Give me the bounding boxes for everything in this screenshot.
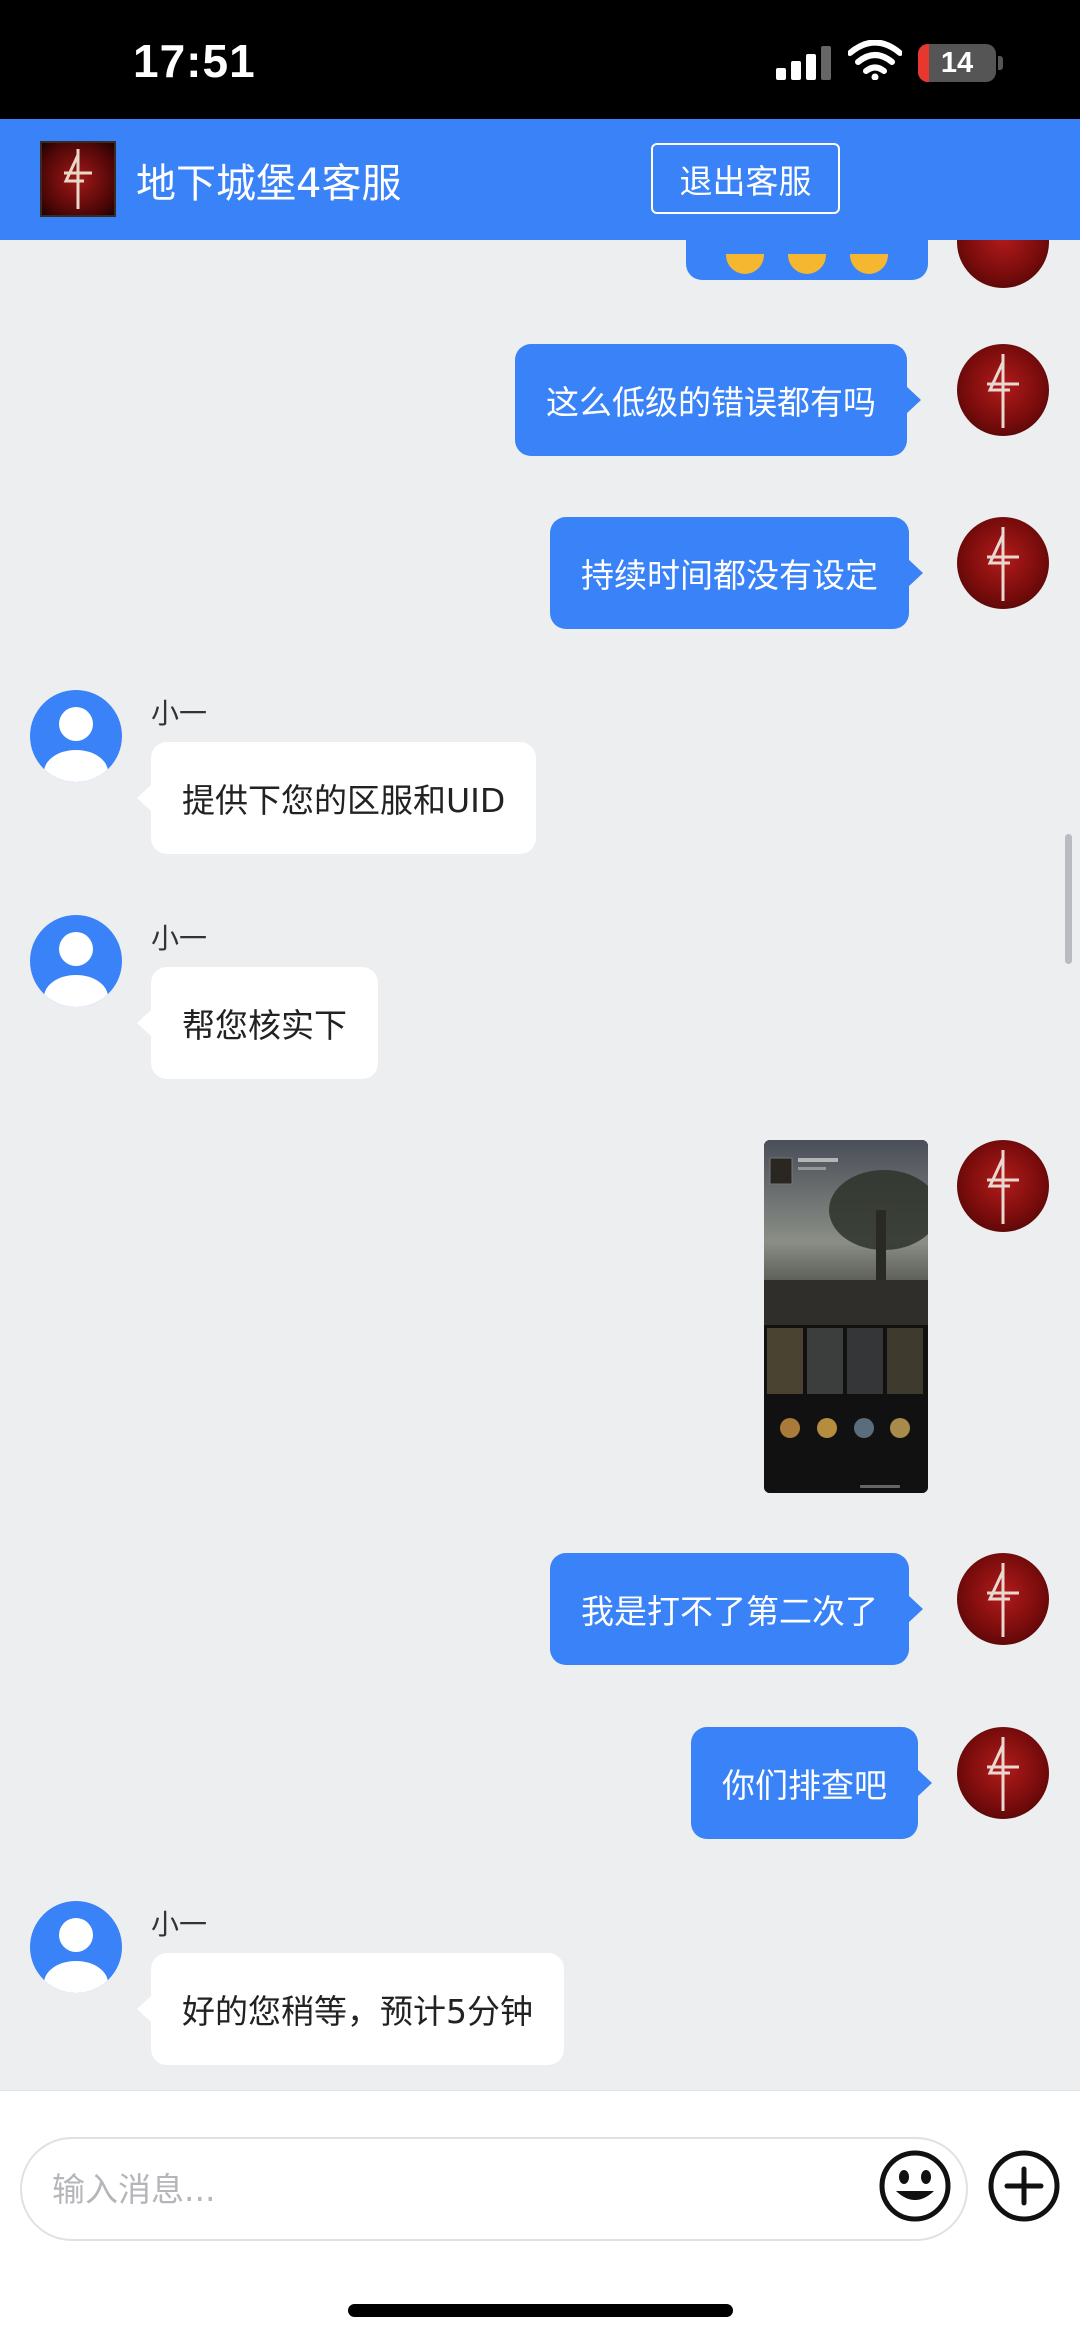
home-indicator[interactable] [348,2304,733,2317]
message-bubble-outgoing: 这么低级的错误都有吗 [515,344,921,456]
message-bubble-incoming: 提供下您的区服和UID [136,742,537,854]
input-bar [0,2090,1080,2337]
message-image[interactable] [764,1140,928,1493]
message-bubble-outgoing: 你们排查吧 [691,1727,932,1839]
user-avatar-icon [30,690,122,782]
game-avatar-icon [957,517,1049,609]
message-list[interactable]: 这么低级的错误都有吗 持续时间都没有设定 小一 提供下您的区服和UID 小一 帮… [0,240,1080,2090]
sender-name: 小一 [151,697,208,730]
chat-title: 地下城堡4客服 [136,161,402,207]
sender-name: 小一 [151,922,208,955]
message-input[interactable] [20,2137,968,2241]
emoji-icon[interactable] [878,2149,952,2223]
sender-name: 小一 [151,1908,208,1941]
game-avatar-icon [957,1140,1049,1232]
message-text: 这么低级的错误都有吗 [546,383,876,422]
game-avatar-icon [957,240,1049,288]
message-text: 你们排查吧 [722,1766,887,1805]
battery-percent: 14 [940,47,974,79]
game-avatar-icon [957,1553,1049,1645]
user-avatar-icon [30,1901,122,1993]
message-bubble-incoming: 好的您稍等，预计5分钟 [137,1953,564,2065]
message-bubble-outgoing: 我是打不了第二次了 [550,1553,923,1665]
game-logo-icon [40,141,116,217]
emoji-icon [850,254,888,274]
exit-service-button[interactable]: 退出客服 [651,143,840,214]
message-text: 持续时间都没有设定 [581,556,878,595]
emoji-icon [788,254,826,274]
game-avatar-icon [957,344,1049,436]
message-text: 好的您稍等，预计5分钟 [182,1992,533,2031]
battery-cap [998,56,1003,70]
user-avatar-icon [30,915,122,1007]
message-bubble-emoji [686,240,928,280]
battery-icon: 14 [918,44,996,82]
wifi-icon [848,40,902,80]
game-avatar-icon [957,1727,1049,1819]
message-bubble-outgoing: 持续时间都没有设定 [550,517,923,629]
cellular-signal-icon [776,46,832,80]
emoji-icon [726,254,764,274]
scrollbar[interactable] [1065,834,1072,964]
chat-header: 地下城堡4客服 退出客服 [0,119,1080,240]
message-text: 帮您核实下 [182,1006,347,1045]
plus-icon[interactable] [987,2149,1061,2223]
message-bubble-incoming: 帮您核实下 [137,967,378,1079]
status-bar: 17:51 14 [0,0,1080,119]
message-text: 提供下您的区服和UID [182,781,506,820]
message-text: 我是打不了第二次了 [581,1592,878,1631]
status-time: 17:51 [133,35,256,87]
